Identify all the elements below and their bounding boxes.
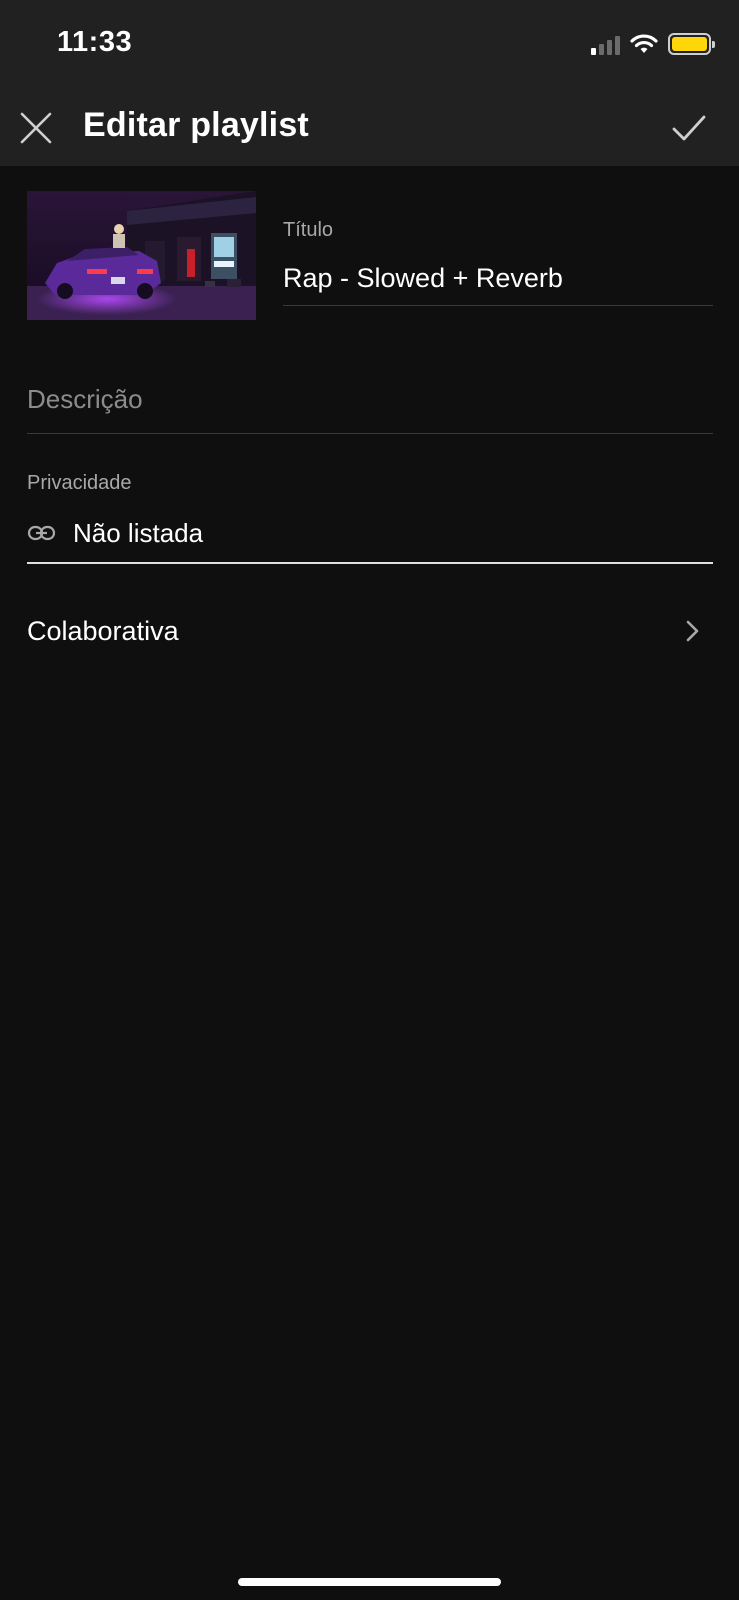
privacy-selector[interactable]: Não listada [27, 513, 713, 564]
privacy-label: Privacidade [27, 472, 132, 494]
home-indicator[interactable] [238, 1578, 501, 1586]
close-icon[interactable] [16, 108, 56, 148]
status-icons [591, 30, 715, 58]
wifi-icon [630, 34, 658, 53]
title-input[interactable]: Rap - Slowed + Reverb [283, 258, 713, 306]
collaborative-label: Colaborativa [27, 615, 179, 646]
playlist-thumbnail[interactable] [27, 191, 256, 320]
battery-level [672, 37, 707, 51]
edit-playlist-screen: 11:33 Editar playlist Título Rap - Slowe… [0, 0, 739, 1600]
privacy-value: Não listada [73, 518, 204, 548]
cellular-signal-icon [591, 33, 620, 55]
page-title: Editar playlist [83, 106, 309, 144]
title-label: Título [283, 219, 334, 241]
top-bar: 11:33 Editar playlist [0, 0, 739, 166]
check-icon[interactable] [669, 108, 709, 148]
battery-icon [668, 33, 715, 55]
description-input[interactable]: Descrição [27, 384, 713, 434]
collaborative-row[interactable]: Colaborativa [27, 606, 713, 656]
link-icon [27, 525, 56, 541]
chevron-right-icon [686, 620, 699, 642]
status-time: 11:33 [57, 26, 133, 58]
